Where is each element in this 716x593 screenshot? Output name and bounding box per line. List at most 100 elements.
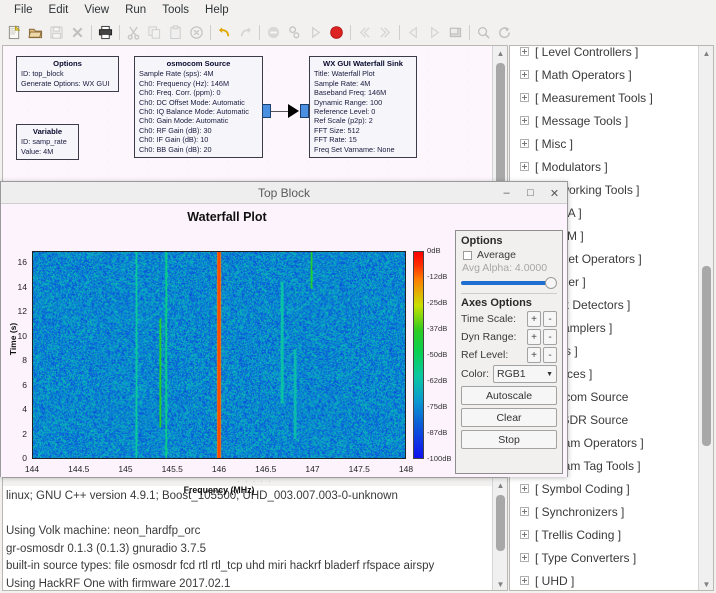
scroll-up-arrow[interactable]: ▲ [493,478,507,493]
new-file-button[interactable] [4,22,25,43]
menu-tools[interactable]: Tools [154,1,197,19]
ref-level-minus-button[interactable]: - [543,347,557,363]
average-checkbox[interactable] [463,250,472,260]
magnifier-button[interactable] [473,22,494,43]
dyn-range-minus-button[interactable]: - [543,329,557,345]
menu-run[interactable]: Run [117,1,154,19]
tree-item[interactable]: [ Level Controllers ] [510,46,700,63]
waterfall-heatmap[interactable] [32,251,406,459]
dyn-range-plus-button[interactable]: + [527,329,541,345]
expand-plus-icon[interactable] [520,553,529,562]
waterfall-row-fft-rate: FFT Rate: 15 [314,135,357,145]
tree-item[interactable]: [ UHD ] [510,569,700,590]
scrollbar-thumb[interactable] [702,266,711,446]
align-right-button[interactable] [424,22,445,43]
close-button[interactable]: ✕ [548,187,561,200]
scrollbar-thumb[interactable] [496,63,505,193]
expand-plus-icon[interactable] [520,576,529,585]
y-tick-label: 14 [17,281,27,292]
time-scale-minus-button[interactable]: - [543,311,557,327]
osmocom-row-if-gain: Ch0: IF Gain (dB): 10 [139,135,209,145]
kill-button[interactable] [326,22,347,43]
close-x-button[interactable] [67,22,88,43]
average-checkbox-row[interactable]: Average [463,249,557,261]
ref-level-spinner: + - [527,347,557,363]
menu-file[interactable]: File [6,1,41,19]
tree-item[interactable]: [ Measurement Tools ] [510,86,700,109]
tree-item[interactable]: [ Modulators ] [510,155,700,178]
top-block-titlebar[interactable]: Top Block – □ ✕ [1,182,567,204]
generate-button[interactable] [284,22,305,43]
clear-button[interactable]: Clear [461,408,557,427]
expand-plus-icon[interactable] [520,70,529,79]
copy-button[interactable] [144,22,165,43]
maximize-button[interactable]: □ [524,187,537,199]
time-scale-plus-button[interactable]: + [527,311,541,327]
expand-plus-icon[interactable] [520,47,529,56]
slider-knob[interactable] [545,277,557,289]
osmocom-row-freq-corr: Ch0: Freq. Corr. (ppm): 0 [139,88,221,98]
ref-level-plus-button[interactable]: + [527,347,541,363]
tree-item-label: [ Message Tools ] [535,113,629,128]
menu-help[interactable]: Help [197,1,237,19]
paste-button[interactable] [165,22,186,43]
toolbar-separator [259,24,260,40]
scroll-down-arrow[interactable]: ▼ [699,577,713,590]
expand-plus-icon[interactable] [520,484,529,493]
color-select[interactable]: RGB1 ▼ [493,365,557,383]
reload-button[interactable] [494,22,515,43]
scroll-up-arrow[interactable]: ▲ [699,46,713,61]
delete-circle-button[interactable] [186,22,207,43]
osmocom-source-output-port[interactable] [262,104,271,118]
colorbar-tick-label: 0dB [427,246,441,255]
console-vertical-scrollbar[interactable]: ▲ ▼ [492,478,507,590]
scroll-up-arrow[interactable]: ▲ [493,46,507,61]
cut-button[interactable] [123,22,144,43]
print-button[interactable] [95,22,116,43]
osmocom-source-block[interactable]: osmocom Source Sample Rate (sps): 4M Ch0… [134,56,263,159]
menu-view[interactable]: View [76,1,117,19]
rotate-right-button[interactable] [375,22,396,43]
menu-edit[interactable]: Edit [41,1,77,19]
redo-button[interactable] [235,22,256,43]
minimize-button[interactable]: – [500,187,513,199]
tree-item[interactable]: [ Misc ] [510,132,700,155]
tree-item[interactable]: [ Message Tools ] [510,109,700,132]
osmocom-row-dc-offset: Ch0: DC Offset Mode: Automatic [139,97,245,107]
variable-block[interactable]: Variable ID: samp_rate Value: 4M [16,124,79,161]
x-tick-label: 145.5 [161,464,183,474]
undo-button[interactable] [214,22,235,43]
scroll-down-arrow[interactable]: ▼ [493,577,507,590]
tree-vertical-scrollbar[interactable]: ▲ ▼ [698,46,713,590]
options-block[interactable]: Options ID: top_block Generate Options: … [16,56,119,93]
wx-gui-waterfall-sink-block[interactable]: WX GUI Waterfall Sink Title: Waterfall P… [309,56,417,159]
autoscale-button[interactable]: Autoscale [461,386,557,405]
errors-button[interactable] [263,22,284,43]
expand-plus-icon[interactable] [520,116,529,125]
x-tick-label: 146.5 [255,464,277,474]
save-button[interactable] [46,22,67,43]
expand-plus-icon[interactable] [520,139,529,148]
rotate-left-button[interactable] [354,22,375,43]
avg-alpha-slider[interactable] [461,276,557,290]
tree-item[interactable]: [ Math Operators ] [510,63,700,86]
expand-plus-icon[interactable] [520,93,529,102]
waterfall-row-ref-scale: Ref Scale (p2p): 2 [314,116,373,126]
x-tick-label: 147.5 [348,464,370,474]
expand-plus-icon[interactable] [520,530,529,539]
waterfall-sink-input-port[interactable] [300,104,309,118]
open-file-button[interactable] [25,22,46,43]
expand-plus-icon[interactable] [520,162,529,171]
block-enable-button[interactable] [445,22,466,43]
tree-item[interactable]: [ Symbol Coding ] [510,477,700,500]
execute-button[interactable] [305,22,326,43]
tree-item[interactable]: [ Type Converters ] [510,546,700,569]
align-left-button[interactable] [403,22,424,43]
expand-plus-icon[interactable] [520,507,529,516]
colorbar [413,251,424,459]
scrollbar-thumb[interactable] [496,495,505,551]
top-block-window[interactable]: Top Block – □ ✕ Waterfall Plot Time (s) … [0,181,568,495]
tree-item[interactable]: [ Synchronizers ] [510,500,700,523]
tree-item[interactable]: [ Trellis Coding ] [510,523,700,546]
stop-button[interactable]: Stop [461,430,557,449]
